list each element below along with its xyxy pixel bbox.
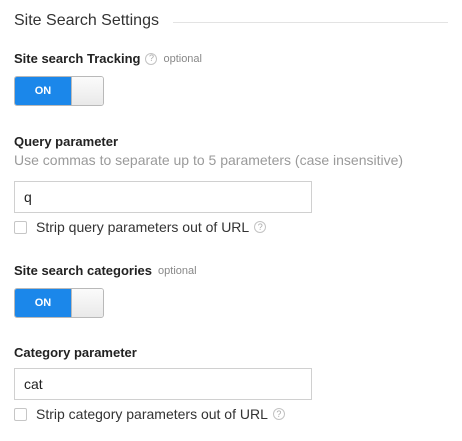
strip-query-label[interactable]: Strip query parameters out of URL [36,219,249,235]
query-parameter-input[interactable] [14,181,312,213]
query-parameter-hint: Use commas to separate up to 5 parameter… [14,152,404,168]
toggle-knob [71,289,103,317]
query-parameter-label: Query parameter [14,134,119,149]
strip-category-checkbox[interactable] [14,407,27,421]
tracking-label: Site search Tracking [14,51,141,66]
category-parameter-input[interactable] [14,368,312,400]
help-icon[interactable]: ? [145,52,158,65]
category-parameter-label: Category parameter [14,345,137,360]
strip-query-row: Strip query parameters out of URL ? [14,219,267,235]
tracking-toggle-on: ON [15,77,71,105]
section-header: Site Search Settings [14,9,448,33]
tracking-toggle[interactable]: ON [14,76,104,106]
section-title: Site Search Settings [14,12,159,29]
help-icon[interactable]: ? [254,221,267,233]
categories-label-row: Site search categories optional [14,263,197,278]
strip-category-label[interactable]: Strip category parameters out of URL [36,406,268,422]
toggle-knob [71,77,103,105]
category-param-label-row: Category parameter [14,345,137,360]
categories-toggle[interactable]: ON [14,288,104,318]
help-icon[interactable]: ? [272,408,285,420]
query-label-row: Query parameter [14,134,118,149]
section-divider [172,21,448,23]
strip-category-row: Strip category parameters out of URL ? [14,406,285,422]
tracking-optional-tag: optional [163,52,202,65]
categories-toggle-on: ON [15,289,71,317]
categories-label: Site search categories [14,263,153,278]
strip-query-checkbox[interactable] [14,220,27,234]
tracking-label-row: Site search Tracking ? optional [14,51,202,66]
categories-optional-tag: optional [158,264,197,277]
